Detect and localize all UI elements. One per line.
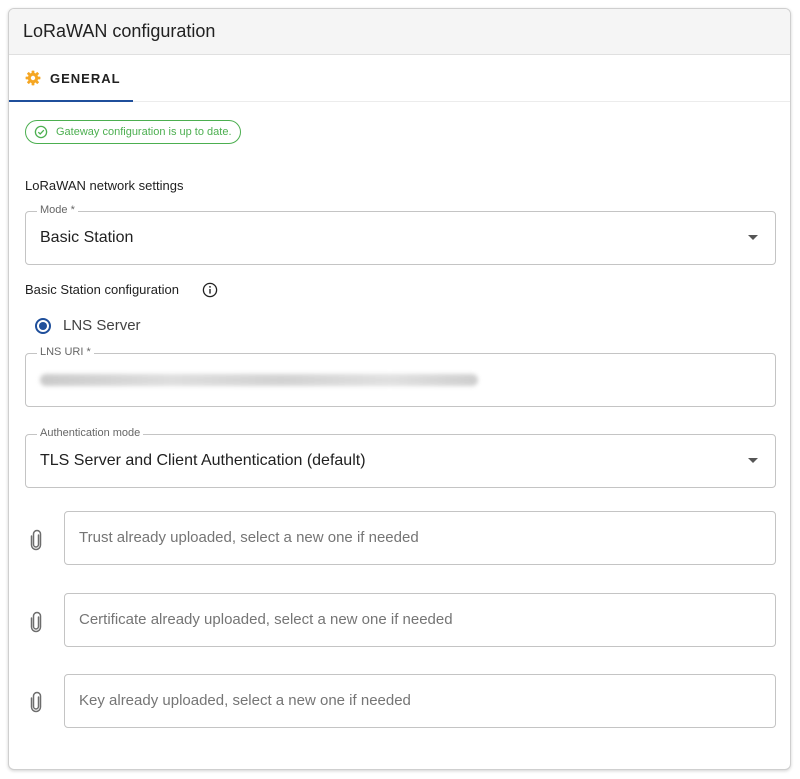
status-badge: Gateway configuration is up to date. [25, 120, 241, 144]
trust-file-placeholder: Trust already uploaded, select a new one… [79, 529, 419, 546]
paperclip-icon[interactable] [28, 611, 44, 633]
key-file-input[interactable]: Key already uploaded, select a new one i… [64, 674, 776, 728]
certificate-file-input[interactable]: Certificate already uploaded, select a n… [64, 593, 776, 647]
redacted-uri-value [40, 374, 478, 386]
auth-mode-value: TLS Server and Client Authentication (de… [40, 452, 366, 469]
page-title: LoRaWAN configuration [23, 21, 216, 41]
lns-server-label: LNS Server [63, 317, 141, 334]
trust-file-input[interactable]: Trust already uploaded, select a new one… [64, 511, 776, 565]
network-settings-heading: LoRaWAN network settings [25, 178, 184, 193]
paperclip-icon[interactable] [28, 691, 44, 713]
lns-uri-input[interactable]: LNS URI * [25, 346, 776, 407]
check-circle-icon [34, 125, 48, 139]
tab-label: GENERAL [50, 70, 121, 86]
lns-server-radio[interactable]: LNS Server [35, 317, 141, 334]
basic-station-heading: Basic Station configuration [25, 282, 179, 297]
gear-icon [25, 70, 41, 86]
info-icon[interactable] [202, 282, 218, 298]
paperclip-icon[interactable] [28, 529, 44, 551]
lns-uri-label: LNS URI * [37, 346, 94, 358]
chevron-down-icon [748, 235, 758, 240]
mode-value: Basic Station [40, 229, 134, 246]
certificate-file-placeholder: Certificate already uploaded, select a n… [79, 611, 453, 628]
mode-select[interactable]: Mode * Basic Station [25, 204, 776, 265]
auth-mode-select[interactable]: Authentication mode TLS Server and Clien… [25, 427, 776, 488]
chevron-down-icon [748, 458, 758, 463]
lorawan-config-card: LoRaWAN configuration GENERAL Gateway co… [8, 8, 791, 770]
tab-bar: GENERAL [9, 55, 790, 102]
status-text: Gateway configuration is up to date. [56, 126, 232, 138]
card-header: LoRaWAN configuration [9, 9, 790, 55]
radio-button[interactable] [35, 317, 51, 334]
key-file-placeholder: Key already uploaded, select a new one i… [79, 692, 411, 709]
tab-general[interactable]: GENERAL [9, 55, 133, 102]
